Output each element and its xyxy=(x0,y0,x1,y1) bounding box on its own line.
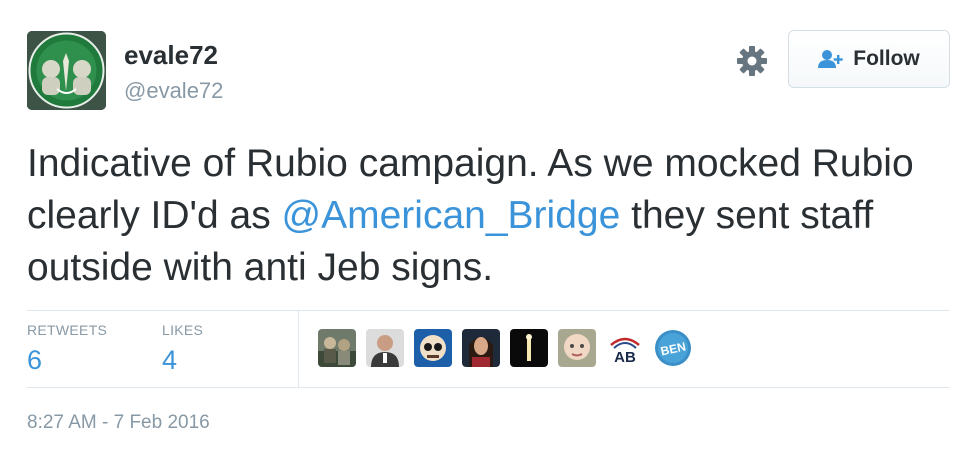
display-name[interactable]: evale72 xyxy=(124,40,218,70)
divider xyxy=(27,387,950,388)
retweets-stat[interactable]: RETWEETS 6 xyxy=(27,322,107,376)
likes-count[interactable]: 4 xyxy=(162,344,203,376)
liker-avatar-1[interactable] xyxy=(318,329,356,367)
stats-divider xyxy=(298,311,299,387)
mention-link[interactable]: @American_Bridge xyxy=(282,194,621,237)
liker-avatar-ab[interactable]: AB xyxy=(606,329,644,367)
liker-avatar-2[interactable] xyxy=(366,329,404,367)
tweet-text: Indicative of Rubio campaign. As we mock… xyxy=(27,138,957,294)
retweets-label: RETWEETS xyxy=(27,322,108,338)
follow-user-icon xyxy=(818,50,843,68)
retweets-count[interactable]: 6 xyxy=(27,344,107,376)
liker-avatar-3[interactable] xyxy=(414,329,452,367)
avatar[interactable] xyxy=(27,31,106,110)
likes-stat[interactable]: LIKES 4 xyxy=(162,322,203,376)
liker-avatar-6[interactable] xyxy=(558,329,596,367)
follow-button[interactable]: Follow xyxy=(788,30,950,88)
liker-avatar-4[interactable] xyxy=(462,329,500,367)
gear-icon[interactable] xyxy=(735,44,769,78)
likes-label: LIKES xyxy=(162,322,204,338)
follow-button-label: Follow xyxy=(853,47,920,70)
user-handle[interactable]: @evale72 xyxy=(124,78,223,104)
likers-avatars: AB BEN xyxy=(318,329,702,367)
liker-avatar-5[interactable] xyxy=(510,329,548,367)
divider xyxy=(27,310,950,311)
liker-avatar-ben[interactable]: BEN xyxy=(654,329,692,367)
ab-logo-text: AB xyxy=(614,349,636,366)
tweet-timestamp[interactable]: 8:27 AM - 7 Feb 2016 xyxy=(27,412,210,434)
